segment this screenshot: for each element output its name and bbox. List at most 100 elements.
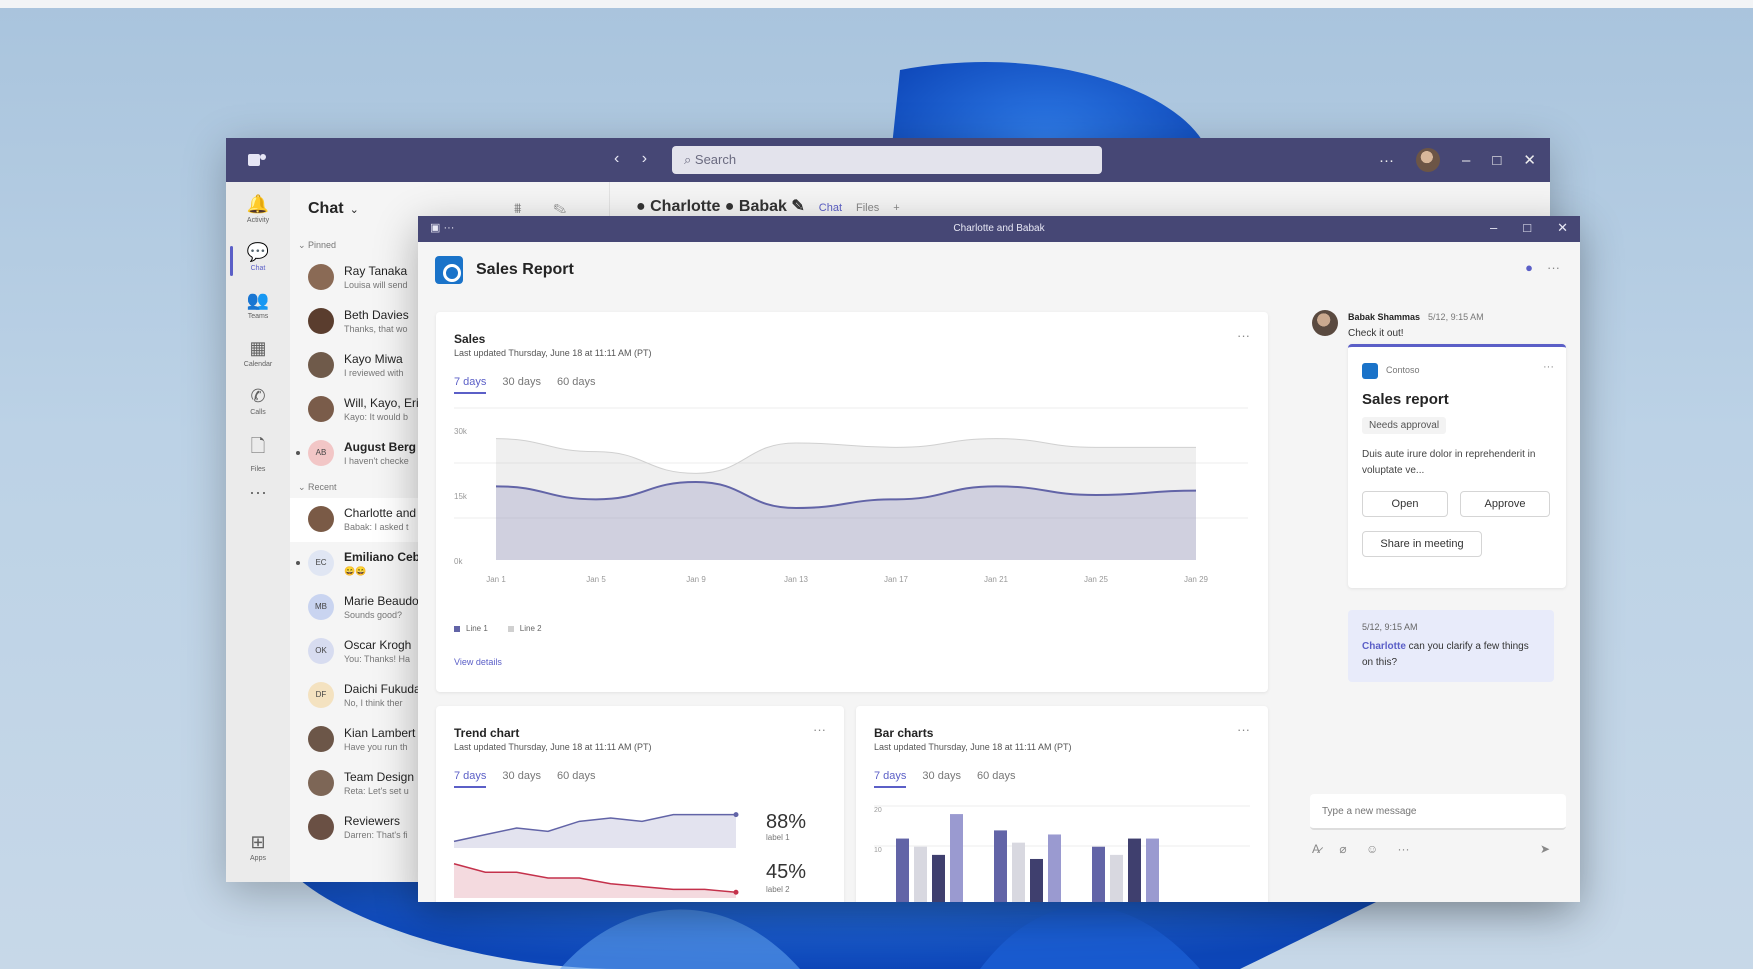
y-tick-label: 10 bbox=[874, 847, 882, 854]
more-options-button[interactable]: ··· bbox=[1379, 152, 1394, 169]
chat-filter-dropdown[interactable]: Chat ⌄ bbox=[308, 200, 359, 218]
more-icon: ··· bbox=[249, 482, 267, 502]
avatar[interactable] bbox=[1312, 310, 1338, 336]
tab-30-days[interactable]: 30 days bbox=[502, 770, 541, 788]
rail-calls[interactable]: ✆ Calls bbox=[226, 386, 290, 416]
legend-line-2[interactable]: Line 2 bbox=[507, 624, 542, 633]
bar-card: Bar charts Last updated Thursday, June 1… bbox=[856, 706, 1268, 902]
participants[interactable]: ● Charlotte ● Babak ✎ Chat Files + bbox=[636, 196, 900, 216]
teams-icon: 👥 bbox=[246, 290, 270, 310]
chat-bubble-icon[interactable]: ● bbox=[1525, 260, 1533, 275]
chat-icon: 💬 bbox=[246, 242, 270, 262]
rail-teams[interactable]: 👥 Teams bbox=[226, 290, 290, 320]
view-details-link[interactable]: View details bbox=[454, 657, 502, 667]
trend-label: label 2 bbox=[766, 885, 790, 894]
close-button[interactable]: ✕ bbox=[1557, 220, 1568, 236]
rail-apps[interactable]: ⊞ Apps bbox=[226, 832, 290, 862]
close-button[interactable]: ✕ bbox=[1523, 151, 1536, 169]
sender-name: Babak Shammas bbox=[1348, 312, 1421, 322]
tab-chat[interactable]: Chat bbox=[819, 202, 842, 214]
chat-preview: Have you run th bbox=[344, 742, 408, 752]
chat-name: Marie Beaudo bbox=[344, 594, 419, 608]
back-button[interactable]: ‹ bbox=[614, 150, 619, 167]
tab-60-days[interactable]: 60 days bbox=[557, 376, 596, 394]
x-tick-label: Jan 25 bbox=[1084, 575, 1109, 584]
x-tick-label: Jan 9 bbox=[686, 575, 706, 584]
minimize-button[interactable]: – bbox=[1490, 220, 1497, 236]
open-button[interactable]: Open bbox=[1362, 491, 1448, 517]
range-tabs: 7 days 30 days 60 days bbox=[454, 770, 595, 788]
tab-30-days[interactable]: 30 days bbox=[502, 376, 541, 394]
trend-label: label 1 bbox=[766, 833, 790, 842]
message-input[interactable] bbox=[1310, 794, 1566, 828]
search-input[interactable]: ⌕ Search bbox=[672, 146, 1102, 174]
share-in-meeting-button[interactable]: Share in meeting bbox=[1362, 531, 1482, 557]
send-icon[interactable]: ➤ bbox=[1540, 842, 1550, 856]
bar-chart: 2010 bbox=[874, 805, 1250, 902]
chat-list-tools[interactable]: ⩩ ✎ bbox=[514, 200, 580, 217]
message-time: 5/12, 9:15 AM bbox=[1428, 312, 1484, 322]
profile-avatar[interactable] bbox=[1416, 148, 1441, 172]
more-options-button[interactable]: ··· bbox=[1547, 260, 1560, 275]
card-more-button[interactable]: ··· bbox=[1543, 361, 1554, 373]
reply-message: 5/12, 9:15 AM Charlotte can you clarify … bbox=[1348, 610, 1554, 682]
trend-end-point bbox=[733, 812, 739, 818]
card-title: Sales report bbox=[1362, 391, 1449, 408]
chat-preview: No, I think ther bbox=[344, 698, 403, 708]
chevron-down-icon: ⌄ bbox=[349, 204, 359, 216]
card-more-button[interactable]: ··· bbox=[1237, 328, 1250, 343]
mention[interactable]: Charlotte bbox=[1362, 641, 1406, 652]
card-more-button[interactable]: ··· bbox=[813, 722, 826, 737]
add-tab-button[interactable]: + bbox=[893, 202, 899, 214]
bar bbox=[1030, 858, 1043, 902]
minimize-button[interactable]: – bbox=[1462, 152, 1470, 169]
chat-preview: 😄😄 bbox=[344, 566, 367, 576]
card-updated: Last updated Thursday, June 18 at 11:11 … bbox=[454, 742, 652, 752]
page-title: Sales Report bbox=[476, 261, 574, 278]
chat-preview: I reviewed with bbox=[344, 368, 404, 378]
more-icon[interactable]: ··· bbox=[1398, 842, 1410, 856]
tab-7-days[interactable]: 7 days bbox=[454, 376, 487, 394]
tab-60-days[interactable]: 60 days bbox=[977, 770, 1016, 788]
format-icon[interactable]: A̷ bbox=[1312, 842, 1320, 856]
rail-activity[interactable]: 🔔 Activity bbox=[226, 194, 290, 224]
attach-icon[interactable]: ⌀ bbox=[1339, 842, 1346, 856]
chat-name: August Berg bbox=[344, 440, 416, 454]
range-tabs: 7 days 30 days 60 days bbox=[874, 770, 1015, 788]
emoji-icon[interactable]: ☺ bbox=[1366, 842, 1378, 856]
avatar: DF bbox=[308, 682, 334, 708]
tab-7-days[interactable]: 7 days bbox=[454, 770, 487, 788]
rail-calendar[interactable]: ▦ Calendar bbox=[226, 338, 290, 368]
sales-chart: 0k 15k 30k Jan 1 Jan 5 Jan 9 Jan 13 Jan 17 Jan 2… bbox=[454, 407, 1248, 584]
tab-files[interactable]: Files bbox=[856, 202, 879, 214]
maximize-button[interactable]: □ bbox=[1492, 152, 1501, 169]
bar bbox=[1128, 838, 1141, 902]
forward-button[interactable]: › bbox=[642, 150, 647, 167]
bar bbox=[932, 854, 945, 902]
tab-30-days[interactable]: 30 days bbox=[922, 770, 961, 788]
teams-logo-icon bbox=[248, 154, 266, 166]
contoso-logo-icon bbox=[1362, 363, 1378, 379]
status-badge: Needs approval bbox=[1362, 417, 1447, 434]
bar bbox=[1012, 842, 1025, 902]
bell-icon: 🔔 bbox=[246, 194, 270, 214]
avatar bbox=[308, 264, 334, 290]
maximize-button[interactable]: □ bbox=[1523, 220, 1531, 236]
message-text: Check it out! bbox=[1348, 328, 1404, 339]
legend-line-1[interactable]: Line 1 bbox=[454, 624, 488, 633]
tab-60-days[interactable]: 60 days bbox=[557, 770, 596, 788]
rail-files[interactable]: 🗋 Files bbox=[226, 434, 290, 473]
app-window-controls: – □ ✕ bbox=[1490, 220, 1568, 236]
card-more-button[interactable]: ··· bbox=[1237, 722, 1250, 737]
apps-icon: ⊞ bbox=[250, 832, 266, 852]
tab-7-days[interactable]: 7 days bbox=[874, 770, 907, 788]
unread-dot bbox=[296, 561, 300, 565]
rail-chat[interactable]: 💬 Chat bbox=[226, 242, 290, 276]
chat-preview: I haven't checke bbox=[344, 456, 409, 466]
approve-button[interactable]: Approve bbox=[1460, 491, 1550, 517]
bar bbox=[994, 830, 1007, 902]
chat-preview: Louisa will send bbox=[344, 280, 408, 290]
chat-name: Will, Kayo, Eri bbox=[344, 396, 419, 410]
rail-more[interactable]: ··· bbox=[226, 482, 290, 503]
calendar-icon: ▦ bbox=[249, 338, 267, 358]
